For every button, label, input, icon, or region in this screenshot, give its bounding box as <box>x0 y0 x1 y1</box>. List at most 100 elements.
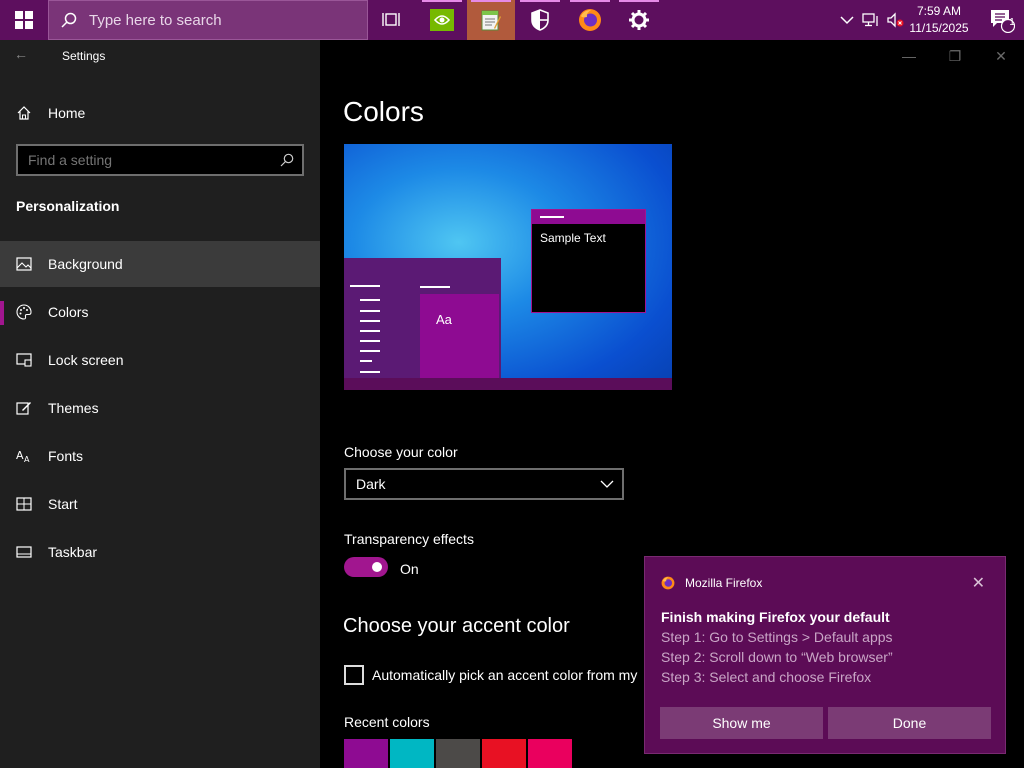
choose-color-label: Choose your color <box>344 444 458 460</box>
running-indicator <box>520 0 560 2</box>
task-view-icon <box>382 13 400 26</box>
close-icon[interactable]: ✕ <box>978 40 1024 72</box>
preview-line <box>360 350 380 352</box>
tray-overflow-button[interactable] <box>836 0 858 40</box>
preview-line <box>360 310 380 312</box>
search-icon <box>280 153 294 172</box>
action-center-button[interactable]: 1 <box>980 0 1024 40</box>
restore-icon[interactable]: ❐ <box>932 40 978 72</box>
network-icon <box>862 13 878 27</box>
sidebar-item-label: Start <box>48 496 78 512</box>
toast-step: Step 2: Scroll down to “Web browser” <box>661 649 893 665</box>
recent-color-swatch[interactable] <box>390 739 434 768</box>
picture-icon <box>0 257 48 271</box>
gear-icon <box>629 10 649 30</box>
recent-color-swatch[interactable] <box>482 739 526 768</box>
start-button[interactable] <box>0 0 48 40</box>
accent-color-heading: Choose your accent color <box>343 615 570 637</box>
clock-time: 7:59 AM <box>916 4 962 18</box>
palette-icon <box>0 304 48 320</box>
preview-aa: Aa <box>436 312 452 327</box>
taskbar-clock[interactable]: 7:59 AM 11/15/2025 <box>902 0 976 40</box>
color-preview: Aa Sample Text <box>344 144 672 390</box>
taskbar-notepad[interactable] <box>467 0 515 40</box>
lock-screen-icon <box>0 353 48 367</box>
chevron-up-icon <box>840 16 854 25</box>
taskbar: Type here to search 7:59 AM 11/15/2025 1 <box>0 0 1024 40</box>
recent-color-swatch[interactable] <box>528 739 572 768</box>
sidebar-item-background[interactable]: Background <box>0 241 320 287</box>
preview-window: Sample Text <box>531 209 646 313</box>
recent-color-swatch[interactable] <box>436 739 480 768</box>
notification-count-badge: 1 <box>1009 17 1015 28</box>
sidebar-item-fonts[interactable]: AA Fonts <box>0 433 320 479</box>
clock-date: 11/15/2025 <box>909 21 969 35</box>
shield-icon <box>531 9 549 31</box>
minimize-icon[interactable]: — <box>886 40 932 72</box>
running-indicator <box>471 0 511 2</box>
running-indicator <box>570 0 610 2</box>
find-setting-search[interactable] <box>16 144 304 176</box>
search-icon <box>49 12 89 28</box>
settings-title-bar: ← Settings <box>0 40 320 72</box>
taskbar-search-box[interactable]: Type here to search <box>48 0 368 40</box>
nav-home-label: Home <box>48 105 86 121</box>
sidebar-item-colors[interactable]: Colors <box>0 289 320 335</box>
home-icon <box>0 105 48 121</box>
sidebar-item-lock-screen[interactable]: Lock screen <box>0 337 320 383</box>
firefox-icon <box>661 576 675 595</box>
find-setting-input[interactable] <box>18 151 280 169</box>
chevron-down-icon <box>600 480 614 488</box>
taskbar-settings[interactable] <box>615 0 663 40</box>
toast-app-name: Mozilla Firefox <box>685 576 763 590</box>
tray-network[interactable] <box>860 0 882 40</box>
sidebar-item-themes[interactable]: Themes <box>0 385 320 431</box>
toast-title: Finish making Firefox your default <box>661 609 890 625</box>
settings-sidebar: ← Settings Home Personalization Backgrou… <box>0 40 320 768</box>
svg-text:A: A <box>16 449 24 462</box>
sidebar-item-start[interactable]: Start <box>0 481 320 527</box>
close-icon[interactable]: ✕ <box>972 573 985 593</box>
transparency-label: Transparency effects <box>344 531 474 547</box>
choose-color-dropdown[interactable]: Dark <box>344 468 624 500</box>
preview-line <box>540 216 564 218</box>
toggle-knob <box>372 562 382 572</box>
themes-icon <box>0 400 48 416</box>
recent-color-swatch[interactable] <box>344 739 388 768</box>
notepad-icon <box>481 10 501 31</box>
running-indicator <box>619 0 659 2</box>
recent-colors-label: Recent colors <box>344 714 430 730</box>
taskbar-windows-security[interactable] <box>516 0 564 40</box>
page-title: Colors <box>343 96 424 127</box>
choose-color-value: Dark <box>356 476 386 492</box>
auto-accent-label: Automatically pick an accent color from … <box>372 667 638 683</box>
preview-line <box>420 286 450 288</box>
show-me-button[interactable]: Show me <box>660 707 823 739</box>
nav-home[interactable]: Home <box>0 90 320 136</box>
done-button[interactable]: Done <box>828 707 991 739</box>
windows-logo-icon <box>15 11 33 29</box>
taskbar-firefox[interactable] <box>566 0 614 40</box>
taskbar-icon <box>0 546 48 558</box>
back-arrow-icon[interactable]: ← <box>14 46 28 62</box>
transparency-toggle[interactable] <box>344 557 388 577</box>
sidebar-item-label: Colors <box>48 304 89 320</box>
section-header-personalization: Personalization <box>16 198 120 214</box>
preview-line <box>360 371 380 373</box>
window-title: Settings <box>62 49 106 63</box>
sidebar-item-taskbar[interactable]: Taskbar <box>0 529 320 575</box>
firefox-icon <box>579 9 601 31</box>
nvidia-icon <box>430 9 454 31</box>
fonts-icon: AA <box>0 449 48 463</box>
preview-line <box>360 299 380 301</box>
taskbar-nvidia[interactable] <box>418 0 466 40</box>
start-icon <box>0 497 48 511</box>
sidebar-item-label: Taskbar <box>48 544 98 560</box>
preview-window-bar <box>532 210 645 224</box>
preview-tile: Aa <box>420 286 499 390</box>
auto-accent-checkbox[interactable] <box>344 665 364 685</box>
task-view-button[interactable] <box>368 0 416 40</box>
search-placeholder: Type here to search <box>89 11 222 29</box>
preview-line <box>360 320 380 322</box>
preview-line <box>360 330 380 332</box>
